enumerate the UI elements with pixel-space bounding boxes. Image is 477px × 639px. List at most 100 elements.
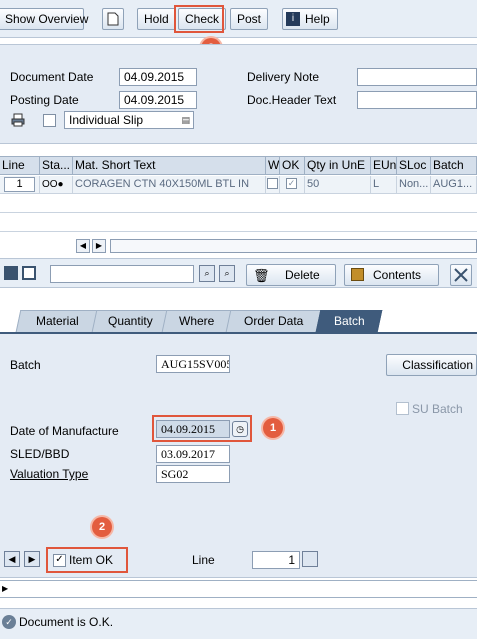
- contents-button[interactable]: Contents: [344, 264, 439, 286]
- tab-order-data-label: Order Data: [244, 314, 304, 328]
- item-ok-checkbox[interactable]: ✓: [53, 554, 66, 567]
- hold-button[interactable]: Hold: [137, 8, 176, 30]
- col-header-uom[interactable]: EUn: [371, 157, 397, 175]
- classification-button[interactable]: Classification: [386, 354, 477, 376]
- sled-bbd-label: SLED/BBD: [10, 447, 70, 461]
- dropdown-icon: ▤: [181, 115, 190, 125]
- scroll-track[interactable]: [110, 239, 477, 253]
- go-to-line-icon[interactable]: [302, 551, 318, 567]
- row-ok-cell[interactable]: ✓: [280, 176, 305, 194]
- delete-button[interactable]: 🗑 Delete: [246, 264, 336, 286]
- su-batch-checkbox[interactable]: [396, 402, 409, 415]
- new-document-icon[interactable]: [102, 8, 124, 30]
- expand-icon[interactable]: [450, 264, 472, 286]
- batch-field[interactable]: AUG15SV005: [156, 355, 230, 373]
- slip-type-value: Individual Slip: [69, 113, 144, 127]
- tab-where-label: Where: [179, 314, 215, 328]
- print-icon[interactable]: [11, 113, 25, 127]
- deselect-all-icon[interactable]: [22, 266, 36, 280]
- previous-item-icon[interactable]: ◀: [4, 551, 20, 567]
- help-icon: i: [286, 12, 300, 26]
- date-of-manufacture-label: Date of Manufacture: [10, 424, 119, 438]
- row-line-value: 1: [4, 177, 35, 192]
- success-icon: ✓: [2, 615, 16, 629]
- callout-2: 2: [92, 517, 112, 537]
- row-qty-cell[interactable]: 50: [305, 176, 371, 194]
- tab-material[interactable]: Material: [15, 310, 99, 332]
- row-text-cell[interactable]: CORAGEN CTN 40X150ML BTL IN: [73, 176, 266, 194]
- col-header-w[interactable]: W: [266, 157, 280, 175]
- line-label: Line: [192, 553, 215, 567]
- col-header-sloc[interactable]: SLoc: [397, 157, 431, 175]
- col-header-ok[interactable]: OK: [280, 157, 305, 175]
- row-line-cell[interactable]: 1: [0, 176, 40, 194]
- batch-detail-panel: Batch AUG15SV005 Classification SU Batch…: [0, 332, 477, 542]
- horizontal-scrollbar[interactable]: ◀ ▶: [76, 239, 477, 253]
- callout-1: 1: [263, 418, 283, 438]
- find-icon[interactable]: ⌕: [199, 265, 215, 282]
- doc-header-text-field[interactable]: [357, 91, 477, 109]
- row-w-cell[interactable]: [266, 176, 280, 194]
- status-icon: OO●: [40, 176, 73, 194]
- check-highlight: [174, 5, 224, 33]
- row-uom-cell[interactable]: L: [371, 176, 397, 194]
- posting-date-field[interactable]: 04.09.2015: [119, 91, 197, 109]
- status-message: Document is O.K.: [19, 615, 114, 629]
- item-toolbar: ⌕ ⌕ 🗑 Delete Contents: [0, 258, 477, 288]
- row-batch-cell[interactable]: AUG1...: [431, 176, 477, 194]
- item-table: Line Sta... Mat. Short Text W OK Qty in …: [0, 156, 477, 256]
- contents-label: Contents: [373, 268, 422, 282]
- col-header-status[interactable]: Sta...: [40, 157, 73, 175]
- row-sloc-cell[interactable]: Non...: [397, 176, 431, 194]
- help-button[interactable]: i Help: [282, 8, 338, 30]
- su-batch-label: SU Batch: [412, 402, 463, 416]
- print-checkbox[interactable]: [43, 114, 56, 127]
- empty-row: [0, 214, 477, 232]
- document-header-panel: Document Date 04.09.2015 Posting Date 04…: [0, 44, 477, 144]
- status-bar: ✓ Document is O.K.: [0, 608, 477, 639]
- find-next-icon[interactable]: ⌕: [219, 265, 235, 282]
- col-header-qty[interactable]: Qty in UnE: [305, 157, 371, 175]
- valuation-type-field[interactable]: SG02: [156, 465, 230, 483]
- col-header-text[interactable]: Mat. Short Text: [73, 157, 266, 175]
- scroll-left-icon[interactable]: ◀: [76, 239, 90, 253]
- tab-where[interactable]: Where: [161, 310, 233, 332]
- application-toolbar: Show Overview Hold Check Post i Help: [0, 0, 477, 38]
- delivery-note-label: Delivery Note: [247, 70, 320, 84]
- delivery-note-field[interactable]: [357, 68, 477, 86]
- tab-order-data[interactable]: Order Data: [225, 310, 323, 332]
- sled-bbd-field[interactable]: 03.09.2017: [156, 445, 230, 463]
- tab-batch-label: Batch: [333, 314, 365, 328]
- document-date-label: Document Date: [10, 70, 94, 84]
- contents-icon: [351, 268, 364, 281]
- slip-type-select[interactable]: Individual Slip ▤: [64, 111, 194, 129]
- manufacture-date-highlight: [152, 415, 252, 442]
- valuation-type-label[interactable]: Valuation Type: [10, 467, 88, 481]
- tab-quantity-label: Quantity: [107, 314, 153, 328]
- batch-label: Batch: [10, 358, 41, 372]
- tab-batch[interactable]: Batch: [315, 310, 383, 332]
- posting-date-label: Posting Date: [10, 93, 79, 107]
- item-navigation-bar: ◀ ▶ ✓ Item OK Line 1: [0, 542, 477, 578]
- next-item-icon[interactable]: ▶: [24, 551, 40, 567]
- select-all-icon[interactable]: [4, 266, 18, 280]
- trash-icon: 🗑: [253, 268, 270, 283]
- show-overview-button[interactable]: Show Overview: [0, 8, 88, 30]
- command-row[interactable]: ▶: [0, 580, 477, 598]
- tab-material-label: Material: [35, 314, 79, 328]
- item-ok-label: Item OK: [69, 553, 114, 567]
- detail-tabstrip: Material Quantity Where Order Data Batch: [0, 302, 477, 332]
- scroll-right-icon[interactable]: ▶: [92, 239, 106, 253]
- doc-header-text-label: Doc.Header Text: [247, 93, 337, 107]
- col-header-batch[interactable]: Batch: [431, 157, 477, 175]
- post-button[interactable]: Post: [230, 8, 269, 30]
- row-ok-checkbox[interactable]: ✓: [286, 178, 297, 189]
- row-w-checkbox[interactable]: [267, 178, 278, 189]
- delete-label: Delete: [285, 268, 320, 282]
- line-number-field[interactable]: 1: [252, 551, 300, 569]
- col-header-line[interactable]: Line: [0, 157, 40, 175]
- expand-command-icon[interactable]: ▶: [2, 584, 8, 593]
- tab-quantity[interactable]: Quantity: [91, 310, 169, 332]
- item-search-input[interactable]: [50, 265, 194, 283]
- document-date-field[interactable]: 04.09.2015: [119, 68, 197, 86]
